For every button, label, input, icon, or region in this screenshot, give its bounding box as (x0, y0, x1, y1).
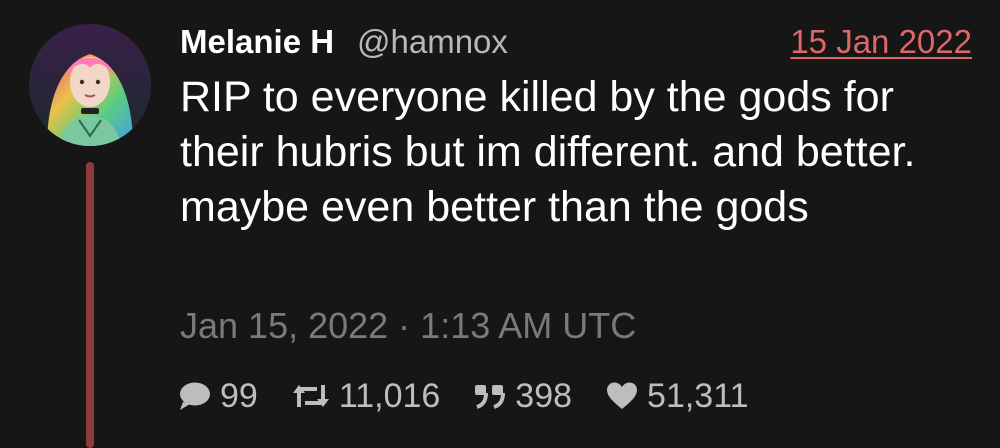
avatar-illustration-icon (29, 24, 151, 146)
retweet-icon (291, 381, 331, 411)
heart-icon (605, 381, 639, 411)
thread-line (86, 162, 94, 448)
author-name[interactable]: Melanie H (180, 23, 334, 61)
quotes-stat[interactable]: 398 (473, 377, 572, 416)
retweets-count: 11,016 (338, 376, 441, 415)
retweets-stat[interactable]: 11,016 (291, 377, 440, 416)
quote-icon (473, 381, 507, 411)
tweet-header: Melanie H @hamnox 15 Jan 2022 (180, 20, 980, 64)
tweet-date-link[interactable]: 15 Jan 2022 (790, 23, 972, 61)
tweet-stats: 99 11,016 398 51,311 (178, 374, 782, 418)
avatar[interactable] (29, 24, 151, 146)
author-handle[interactable]: @hamnox (357, 23, 508, 61)
quotes-count: 398 (515, 376, 573, 415)
replies-count: 99 (220, 376, 258, 415)
tweet-timestamp: Jan 15, 2022 · 1:13 AM UTC (180, 305, 637, 346)
likes-stat[interactable]: 51,311 (605, 376, 749, 416)
likes-count: 51,311 (647, 376, 749, 415)
comment-icon (178, 380, 212, 412)
tweet-text: RIP to everyone killed by the gods for t… (180, 73, 916, 231)
replies-stat[interactable]: 99 (178, 377, 258, 416)
tweet-card: Melanie H @hamnox 15 Jan 2022 RIP to eve… (0, 0, 1000, 448)
